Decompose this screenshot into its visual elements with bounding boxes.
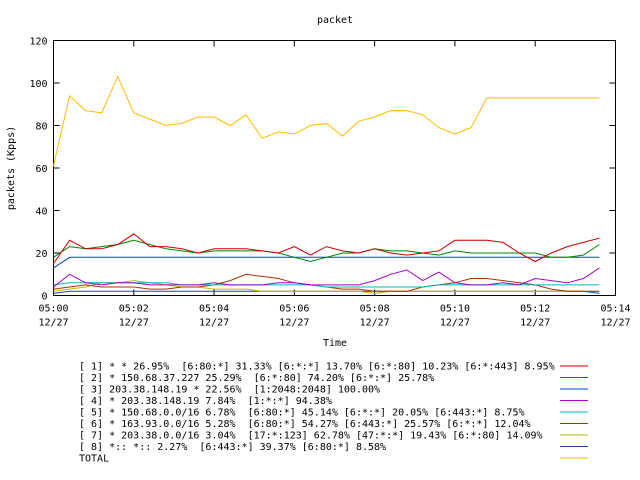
- legend-label: [ 6] * 163.93.0.0/16 5.28% [6:80:*] 54.2…: [79, 419, 531, 430]
- legend-label: [ 3] 203.38.148.19 * 22.56% [1:2048:2048…: [79, 385, 380, 396]
- series-line-2: [53, 239, 600, 263]
- x-tick-label-date: 12/27: [360, 318, 390, 329]
- x-tick-label-time: 05:08: [360, 304, 390, 315]
- legend-label: [ 5] * 150.68.0.0/16 6.78% [6:80:*] 45.1…: [79, 408, 525, 419]
- x-tick-label-date: 12/27: [600, 318, 630, 329]
- y-tick-label: 120: [29, 37, 47, 48]
- y-tick-label: 100: [29, 79, 47, 90]
- y-axis-label: packets (Kpps): [6, 126, 17, 210]
- legend-label: [ 8] *:: *:: 2.27% [6:443:*] 39.37% [6:8…: [79, 442, 386, 453]
- x-tick-label-date: 12/27: [119, 318, 149, 329]
- x-tick-label-date: 12/27: [279, 318, 309, 329]
- x-axis-label: Time: [323, 338, 347, 349]
- x-tick-label-time: 05:12: [520, 304, 550, 315]
- series-lines: [53, 75, 600, 294]
- legend-label: TOTAL: [79, 454, 109, 465]
- legend-label: [ 1] * * 26.95% [6:80:*] 31.33% [6:*:*] …: [79, 362, 555, 373]
- chart-title: packet: [317, 15, 353, 26]
- x-tick-label-time: 05:04: [199, 304, 229, 315]
- series-line-9: [53, 75, 600, 167]
- legend-label: [ 7] * 203.38.0.0/16 3.04% [17:*:123] 62…: [79, 431, 543, 442]
- legend: [ 1] * * 26.95% [6:80:*] 31.33% [6:*:*] …: [79, 362, 588, 465]
- x-tick-label-date: 12/27: [440, 318, 470, 329]
- y-tick-label: 0: [41, 292, 47, 303]
- x-tick-label-date: 12/27: [38, 318, 68, 329]
- x-tick-label-time: 05:06: [279, 304, 309, 315]
- x-tick-label-date: 12/27: [199, 318, 229, 329]
- x-tick-label-time: 05:14: [600, 304, 630, 315]
- y-tick-label: 20: [35, 249, 47, 260]
- series-line-4: [53, 267, 600, 288]
- x-tick-label-time: 05:00: [38, 304, 68, 315]
- y-tick-label: 40: [35, 207, 47, 218]
- legend-label: [ 2] * 150.68.37.227 25.29% [6:*:80] 74.…: [79, 373, 434, 384]
- series-line-1: [53, 233, 600, 264]
- y-tick-label: 80: [35, 122, 47, 133]
- x-tick-label-time: 05:10: [440, 304, 470, 315]
- x-tick-label-date: 12/27: [520, 318, 550, 329]
- legend-label: [ 4] * 203.38.148.19 7.84% [1:*:*] 94.38…: [79, 396, 332, 407]
- y-tick-label: 60: [35, 164, 47, 175]
- x-tick-label-time: 05:02: [119, 304, 149, 315]
- series-line-3: [53, 256, 600, 269]
- packet-chart: packet packets (Kpps) Time 0 20 40 60 80 100 1…: [6, 15, 631, 465]
